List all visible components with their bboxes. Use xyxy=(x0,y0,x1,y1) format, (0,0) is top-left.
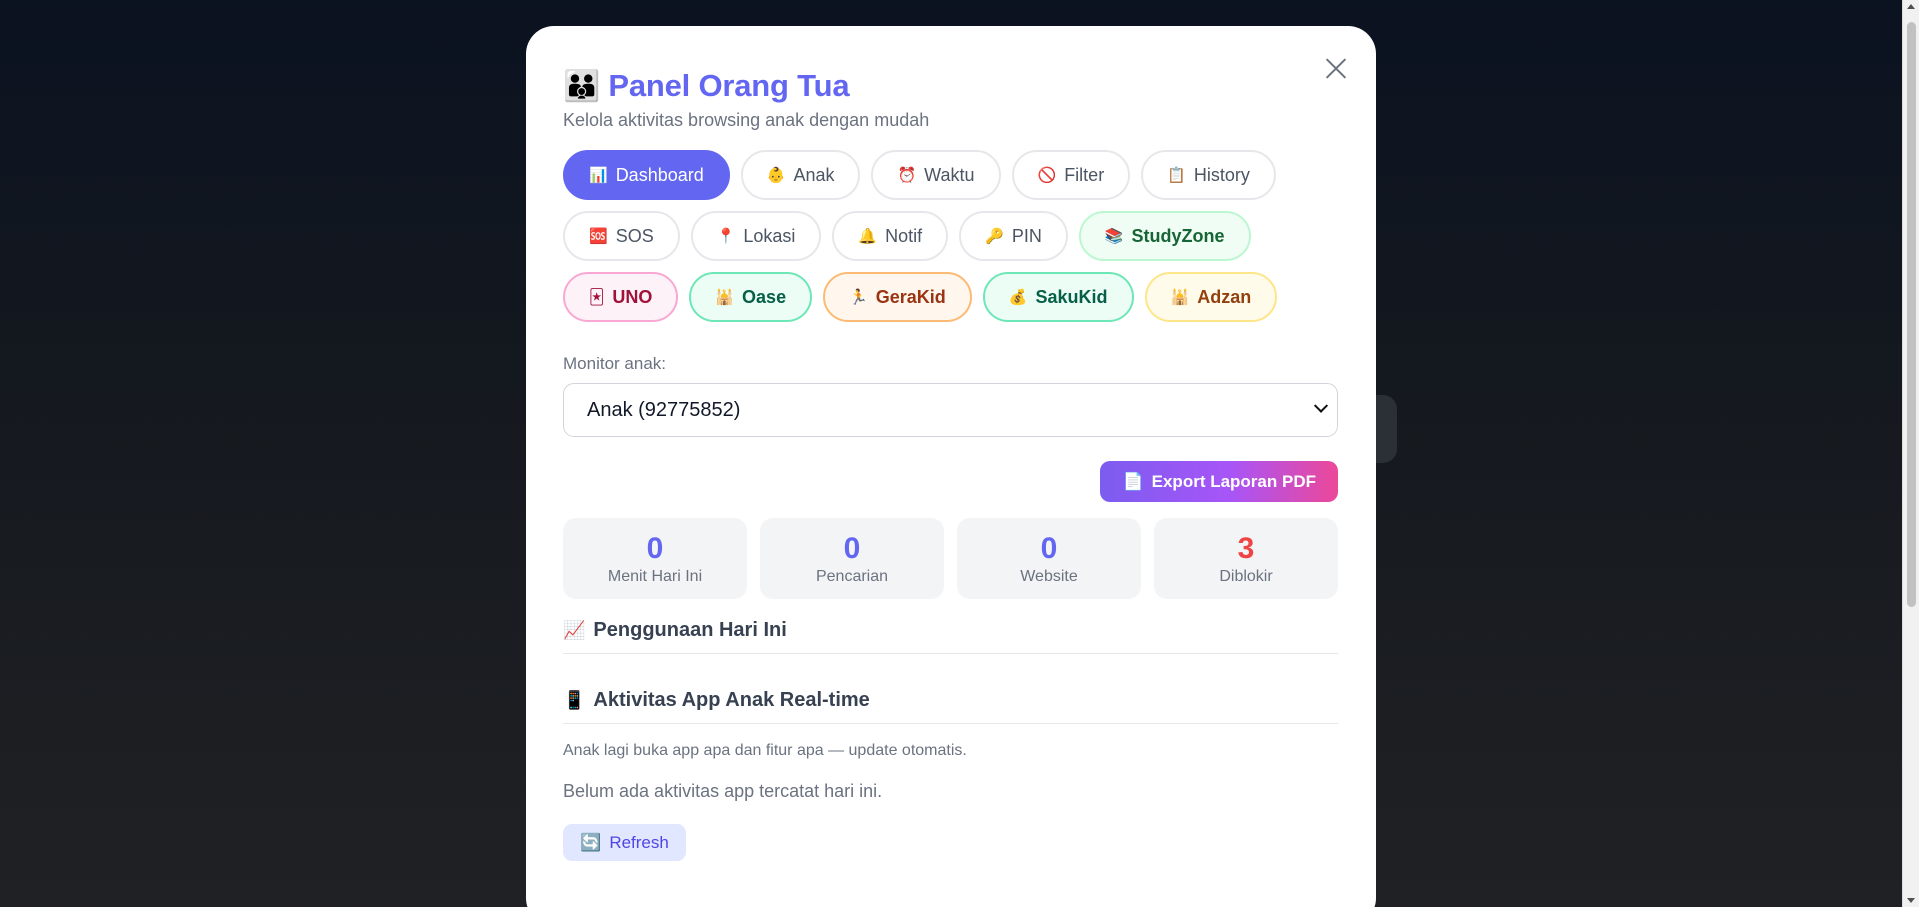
tab-label: Dashboard xyxy=(615,164,704,185)
pin-icon: 📍 xyxy=(716,228,736,245)
page-scrollbar[interactable] xyxy=(1902,0,1919,907)
stat-label: Website xyxy=(1020,567,1078,585)
tab-sos[interactable]: 🆘 SOS xyxy=(563,211,680,261)
alarm-clock-icon: ⏰ xyxy=(897,167,917,184)
mosque-icon: 🕌 xyxy=(715,289,735,306)
tab-lokasi[interactable]: 📍 Lokasi xyxy=(690,211,822,261)
monitor-label: Monitor anak: xyxy=(563,354,666,373)
money-bag-icon: 💰 xyxy=(1008,289,1028,306)
scroll-up-icon[interactable] xyxy=(1907,4,1915,9)
tab-label: PIN xyxy=(1011,225,1042,246)
tab-studyzone[interactable]: 📚 StudyZone xyxy=(1078,211,1251,261)
activity-section-heading: 📱 Aktivitas App Anak Real-time xyxy=(563,689,1338,724)
tab-waktu[interactable]: ⏰ Waktu xyxy=(871,150,1001,200)
tab-pin[interactable]: 🔑 PIN xyxy=(959,211,1068,261)
tab-label: UNO xyxy=(612,286,653,307)
stat-card-blocked: 3 Diblokir xyxy=(1154,518,1338,599)
stats-row: 0 Menit Hari Ini 0 Pencarian 0 Website 3… xyxy=(563,518,1338,599)
export-row: 📄 Export Laporan PDF xyxy=(563,461,1338,502)
family-icon: 👪 xyxy=(563,69,601,103)
stat-value: 0 xyxy=(1040,531,1058,565)
prohibited-icon: 🚫 xyxy=(1037,167,1057,184)
tab-label: Notif xyxy=(885,225,923,246)
child-select[interactable]: Anak (92775852) xyxy=(563,383,1338,437)
tab-label: History xyxy=(1193,164,1250,185)
clipboard-icon: 📋 xyxy=(1167,167,1186,184)
scroll-down-icon[interactable] xyxy=(1907,898,1915,903)
tab-sakukid[interactable]: 💰 SakuKid xyxy=(982,272,1134,322)
mosque-icon: 🕌 xyxy=(1170,289,1190,306)
tab-anak[interactable]: 👶 Anak xyxy=(740,150,861,200)
card-icon: 🃏 xyxy=(589,289,605,306)
tab-label: Filter xyxy=(1064,164,1105,185)
key-icon: 🔑 xyxy=(985,228,1004,245)
tab-gerakid[interactable]: 🏃 GeraKid xyxy=(823,272,972,322)
stat-value: 0 xyxy=(646,531,664,565)
refresh-label: Refresh xyxy=(609,832,669,852)
scrollbar-thumb[interactable] xyxy=(1907,22,1916,607)
tab-bar: 📊 Dashboard 👶 Anak ⏰ Waktu 🚫 Filter 📋 Hi… xyxy=(563,150,1343,322)
tab-oase[interactable]: 🕌 Oase xyxy=(689,272,813,322)
tab-notif[interactable]: 🔔 Notif xyxy=(832,211,949,261)
trend-chart-icon: 📈 xyxy=(563,620,586,640)
stat-value: 3 xyxy=(1237,531,1255,565)
empty-state: Belum ada aktivitas app tercatat hari in… xyxy=(563,781,883,801)
document-icon: 📄 xyxy=(1122,471,1144,491)
phone-icon: 📱 xyxy=(563,690,586,710)
child-select-value: Anak (92775852) xyxy=(587,398,741,421)
bell-icon: 🔔 xyxy=(858,228,878,245)
export-label: Export Laporan PDF xyxy=(1151,471,1316,491)
runner-icon: 🏃 xyxy=(849,289,868,306)
page-title: 👪 Panel Orang Tua xyxy=(563,66,1338,106)
tab-history[interactable]: 📋 History xyxy=(1141,150,1276,200)
section-title: Penggunaan Hari Ini xyxy=(593,619,787,641)
refresh-button[interactable]: 🔄 Refresh xyxy=(563,824,686,861)
books-icon: 📚 xyxy=(1104,228,1124,245)
stat-card-searches: 0 Pencarian xyxy=(760,518,944,599)
section-title: Aktivitas App Anak Real-time xyxy=(593,689,870,711)
stat-label: Menit Hari Ini xyxy=(607,567,703,585)
refresh-icon: 🔄 xyxy=(580,832,602,852)
tab-label: GeraKid xyxy=(875,286,946,307)
close-icon[interactable] xyxy=(1322,54,1350,82)
export-pdf-button[interactable]: 📄 Export Laporan PDF xyxy=(1100,461,1338,502)
chevron-down-icon xyxy=(1313,398,1329,413)
tab-label: StudyZone xyxy=(1131,225,1225,246)
tab-label: SakuKid xyxy=(1035,286,1108,307)
chart-icon: 📊 xyxy=(589,167,608,184)
tab-label: SOS xyxy=(615,225,654,246)
sos-icon: 🆘 xyxy=(589,228,608,245)
title-text: Panel Orang Tua xyxy=(608,68,850,103)
stat-card-minutes: 0 Menit Hari Ini xyxy=(563,518,747,599)
tab-adzan[interactable]: 🕌 Adzan xyxy=(1144,272,1278,322)
tab-uno[interactable]: 🃏 UNO xyxy=(563,272,679,322)
activity-note: Anak lagi buka app apa dan fitur apa — u… xyxy=(563,742,967,759)
parent-panel-modal: 👪 Panel Orang Tua Kelola aktivitas brows… xyxy=(526,26,1376,907)
tab-label: Waktu xyxy=(924,164,975,185)
tab-label: Oase xyxy=(742,286,787,307)
tab-label: Lokasi xyxy=(743,225,796,246)
usage-section-heading: 📈 Penggunaan Hari Ini xyxy=(563,619,1338,654)
stat-label: Pencarian xyxy=(815,567,889,585)
stat-card-websites: 0 Website xyxy=(957,518,1141,599)
stat-value: 0 xyxy=(843,531,861,565)
subtitle: Kelola aktivitas browsing anak dengan mu… xyxy=(563,110,930,130)
tab-label: Anak xyxy=(793,164,835,185)
stat-label: Diblokir xyxy=(1219,567,1273,585)
tab-dashboard[interactable]: 📊 Dashboard xyxy=(563,150,730,200)
baby-icon: 👶 xyxy=(766,167,786,184)
tab-label: Adzan xyxy=(1197,286,1252,307)
tab-filter[interactable]: 🚫 Filter xyxy=(1011,150,1131,200)
